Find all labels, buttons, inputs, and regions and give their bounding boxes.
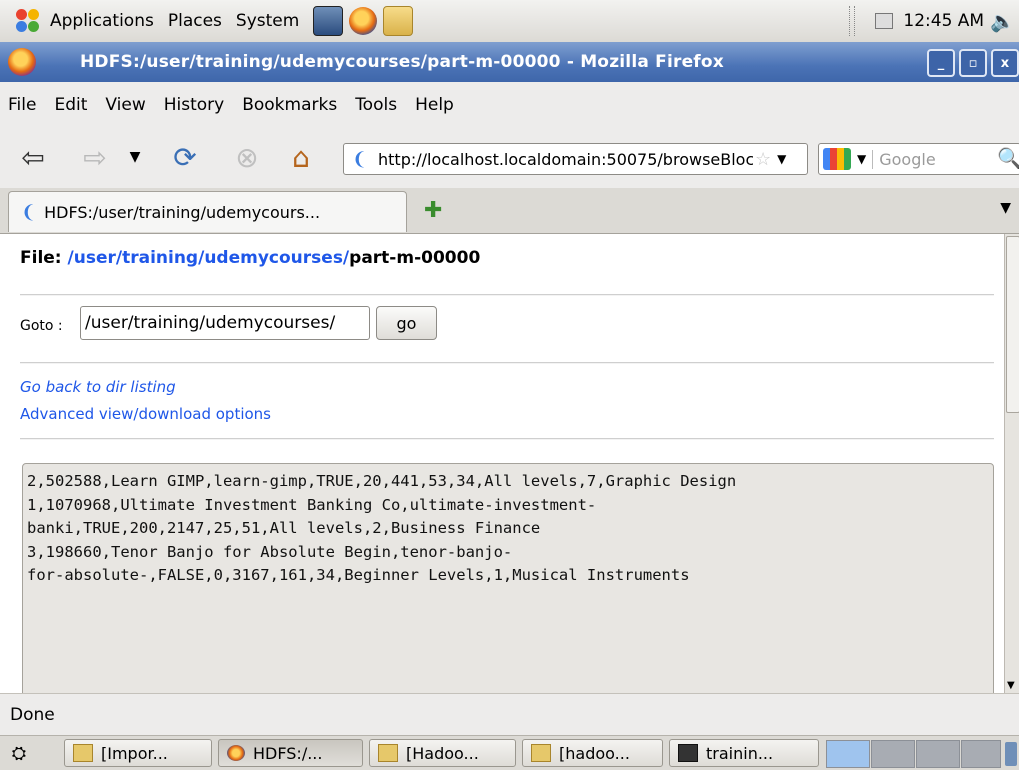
status-text: Done — [10, 705, 55, 725]
close-button[interactable]: x — [991, 49, 1019, 77]
file-line: for-absolute-,FALSE,0,3167,161,34,Beginn… — [27, 566, 690, 584]
file-line: 3,198660,Tenor Banjo for Absolute Begin,… — [27, 542, 513, 561]
forward-arrow-icon[interactable]: ⇨ — [78, 140, 112, 174]
stop-icon[interactable]: ⊗ — [230, 140, 264, 174]
back-arrow-icon[interactable]: ⇦ — [16, 140, 50, 174]
minimize-button[interactable]: _ — [927, 49, 955, 77]
tab-hdfs[interactable]: ❨ HDFS:/user/training/udemycours... — [8, 191, 407, 232]
file-label: File: — [20, 248, 62, 268]
path-link-udemycourses[interactable]: udemycourses/ — [204, 248, 349, 268]
maximize-button[interactable]: ▫ — [959, 49, 987, 77]
workspace-4[interactable] — [961, 740, 1001, 768]
file-name: part-m-00000 — [349, 248, 481, 268]
panel-handle — [849, 6, 856, 36]
search-engine-icon[interactable] — [823, 148, 851, 170]
menu-help[interactable]: Help — [415, 95, 454, 115]
task-hadoop-2[interactable]: [hadoo... — [522, 739, 663, 767]
menu-history[interactable]: History — [164, 95, 224, 115]
tab-label: HDFS:/user/training/udemycours... — [44, 202, 321, 222]
goto-input[interactable] — [80, 306, 370, 340]
firefox-icon — [227, 745, 245, 761]
folder-icon — [378, 744, 398, 762]
status-bar: Done — [0, 693, 1019, 736]
file-line: banki,TRUE,200,2147,25,51,All levels,2,B… — [27, 519, 541, 537]
goto-label: Goto : — [20, 318, 63, 334]
search-bar[interactable]: ▼ Google 🔍 — [818, 143, 1019, 175]
window-title: HDFS:/user/training/udemycourses/part-m-… — [80, 52, 724, 72]
taskbar: ⛭ [Impor... HDFS:/... [Hadoo... [hadoo..… — [0, 735, 1019, 770]
file-line: 1,1070968,Ultimate Investment Banking Co… — [27, 495, 597, 514]
advanced-view-link[interactable]: Advanced view/download options — [20, 405, 271, 423]
folder-icon — [531, 744, 551, 762]
firefox-launcher-icon[interactable] — [349, 7, 378, 35]
go-button[interactable]: go — [376, 306, 437, 340]
file-contents-textarea[interactable]: 2,502588,Learn GIMP,learn-gimp,TRUE,20,4… — [22, 463, 994, 693]
window-titlebar[interactable]: HDFS:/user/training/udemycourses/part-m-… — [0, 42, 1019, 82]
page-content: File: /user/training/udemycourses/part-m… — [0, 234, 1004, 693]
path-link-training[interactable]: training/ — [122, 248, 204, 268]
path-link-user[interactable]: /user/ — [68, 248, 123, 268]
tab-strip: ❨ HDFS:/user/training/udemycours... ✚ ▼ — [0, 188, 1019, 234]
scroll-down-arrow-icon[interactable]: ▼ — [1007, 680, 1015, 691]
scrollbar-thumb[interactable] — [1006, 236, 1019, 413]
site-favicon-icon: ❨ — [352, 149, 368, 170]
places-menu[interactable]: Places — [168, 11, 222, 31]
file-line: 2,502588,Learn GIMP,learn-gimp,TRUE,20,4… — [27, 472, 737, 490]
text-editor-launcher-icon[interactable] — [313, 6, 344, 36]
home-icon[interactable]: ⌂ — [284, 140, 318, 174]
search-icon[interactable]: 🔍 — [997, 146, 1019, 170]
url-bar[interactable]: ❨ http://localhost.localdomain:50075/bro… — [343, 143, 808, 175]
trash-icon[interactable] — [1005, 742, 1017, 766]
gnome-foot-icon — [14, 7, 42, 35]
vertical-scrollbar[interactable]: ▼ — [1004, 234, 1019, 693]
task-label: trainin... — [706, 743, 774, 763]
file-heading: File: /user/training/udemycourses/part-m… — [20, 248, 480, 268]
notification-icon[interactable] — [875, 13, 894, 29]
url-dropdown-icon[interactable]: ▼ — [777, 152, 786, 166]
firefox-icon[interactable] — [8, 48, 36, 76]
task-hdfs-firefox[interactable]: HDFS:/... — [218, 739, 363, 767]
menu-edit[interactable]: Edit — [54, 95, 87, 115]
volume-icon[interactable]: 🔈 — [990, 9, 1015, 33]
show-desktop-icon[interactable]: ⛭ — [4, 740, 34, 766]
divider — [20, 362, 994, 364]
reload-icon[interactable]: ⟳ — [168, 140, 202, 174]
search-placeholder[interactable]: Google — [872, 149, 936, 169]
tab-favicon-icon: ❨ — [21, 201, 37, 223]
bookmark-star-icon[interactable]: ☆ — [755, 149, 771, 170]
history-dropdown-icon[interactable]: ▼ — [118, 140, 152, 174]
task-label: [hadoo... — [559, 743, 630, 763]
terminal-icon — [678, 744, 698, 762]
back-to-dir-link[interactable]: Go back to dir listing — [20, 378, 176, 396]
url-text[interactable]: http://localhost.localdomain:50075/brows… — [378, 150, 753, 169]
task-label: [Hadoo... — [406, 743, 479, 763]
folder-icon — [73, 744, 93, 762]
task-label: [Impor... — [101, 743, 168, 763]
task-hadoop-1[interactable]: [Hadoo... — [369, 739, 516, 767]
new-tab-icon[interactable]: ✚ — [424, 198, 442, 223]
divider — [20, 438, 994, 440]
task-terminal[interactable]: trainin... — [669, 739, 819, 767]
navigation-toolbar: ⇦ ⇨ ▼ ⟳ ⊗ ⌂ ❨ http://localhost.localdoma… — [0, 128, 1019, 188]
folder-launcher-icon[interactable] — [383, 6, 414, 36]
search-engine-dropdown-icon[interactable]: ▼ — [857, 152, 866, 166]
workspace-3[interactable] — [916, 740, 960, 768]
menu-file[interactable]: File — [8, 95, 36, 115]
list-all-tabs-icon[interactable]: ▼ — [1000, 200, 1011, 216]
menu-tools[interactable]: Tools — [355, 95, 397, 115]
divider — [20, 294, 994, 296]
system-menu[interactable]: System — [236, 11, 299, 31]
menu-view[interactable]: View — [105, 95, 145, 115]
clock[interactable]: 12:45 AM — [903, 11, 984, 31]
menubar: File Edit View History Bookmarks Tools H… — [0, 82, 1019, 128]
workspace-2[interactable] — [871, 740, 915, 768]
top-panel: Applications Places System 12:45 AM 🔈 — [0, 0, 1019, 43]
workspace-1[interactable] — [826, 740, 870, 768]
task-import[interactable]: [Impor... — [64, 739, 212, 767]
menu-bookmarks[interactable]: Bookmarks — [242, 95, 337, 115]
applications-menu[interactable]: Applications — [50, 11, 154, 31]
task-label: HDFS:/... — [253, 743, 323, 763]
